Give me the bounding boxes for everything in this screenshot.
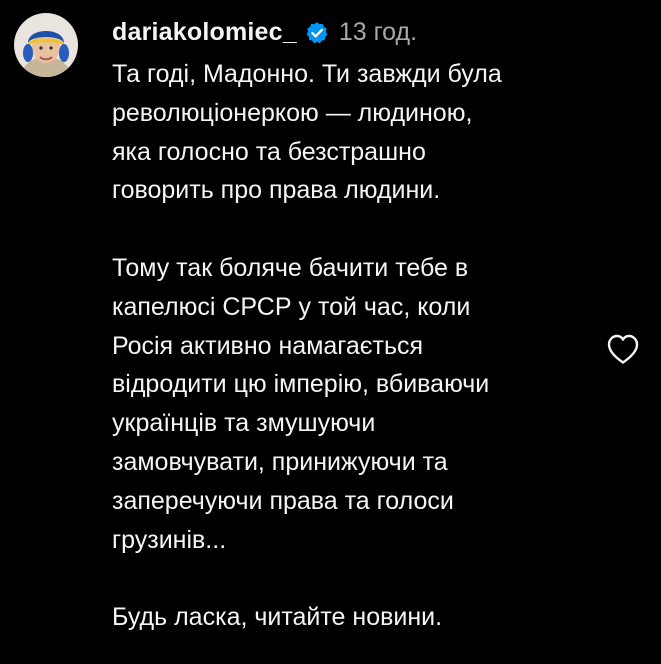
comment-text: Та годі, Мадонно. Ти завжди була революц… <box>112 55 612 637</box>
comment: dariakolomiec_ 13 год. Та годі, Мадонно.… <box>0 0 661 664</box>
avatar[interactable] <box>14 13 78 77</box>
heart-outline-icon <box>607 334 639 364</box>
username-link[interactable]: dariakolomiec_ <box>112 18 297 47</box>
comment-paragraph-2: Тому так боляче бачити тебе в капелюсі С… <box>112 253 490 554</box>
avatar-image <box>14 13 78 77</box>
verified-badge-icon <box>305 21 329 45</box>
comment-paragraph-3: Будь ласка, читайте новини. <box>112 603 443 632</box>
comment-paragraph-1: Та годі, Мадонно. Ти завжди була революц… <box>112 60 502 205</box>
comment-timestamp[interactable]: 13 год. <box>339 18 417 47</box>
comment-header: dariakolomiec_ 13 год. <box>112 18 417 47</box>
like-button[interactable] <box>606 333 640 365</box>
